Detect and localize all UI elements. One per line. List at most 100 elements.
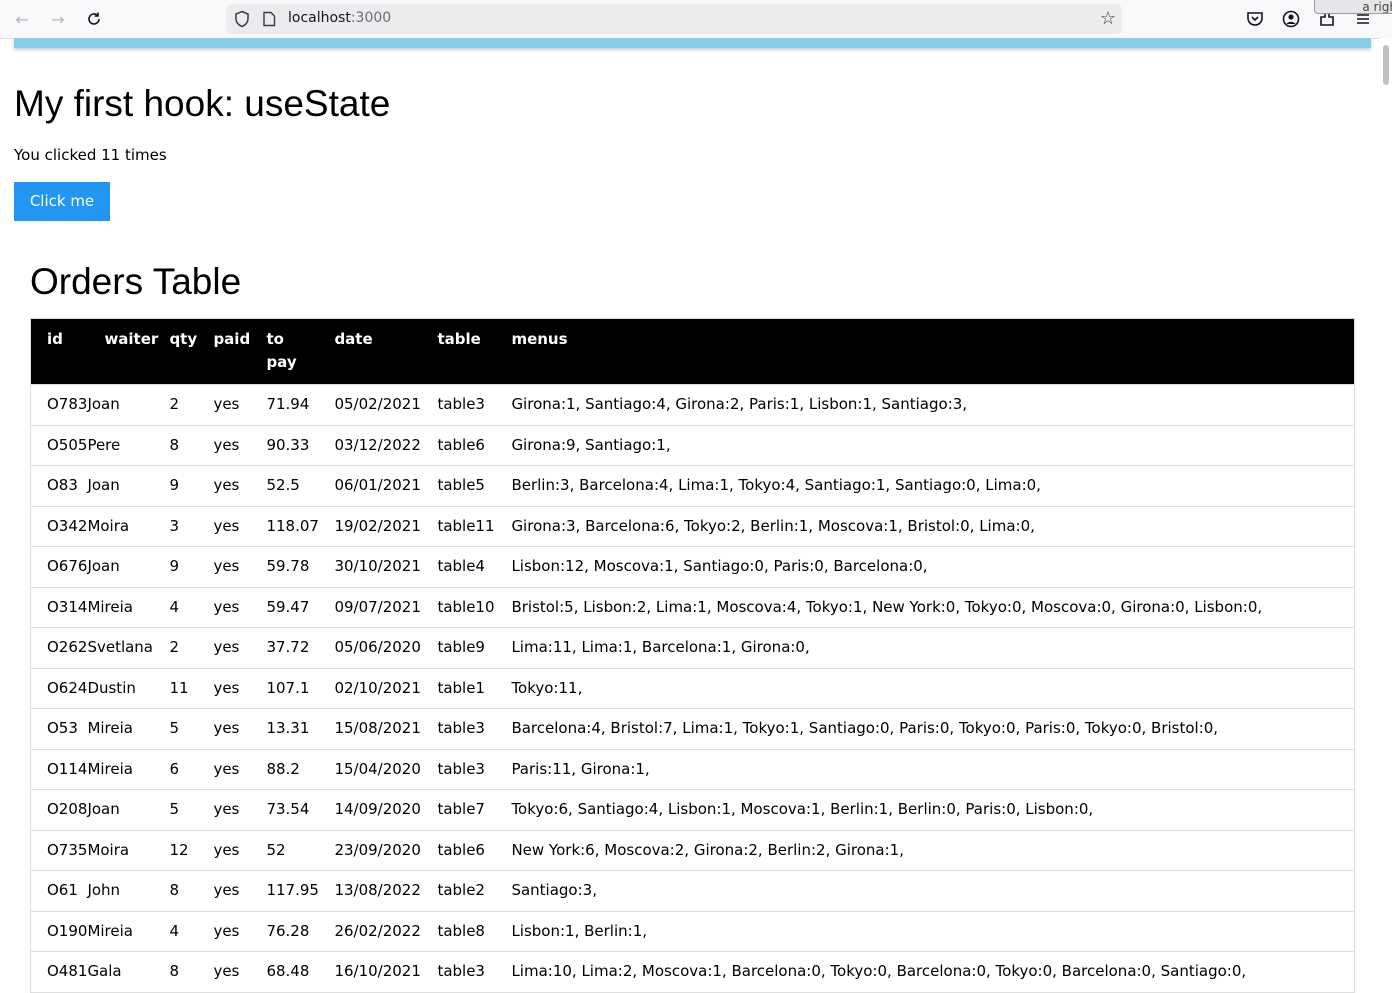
cell-table: table4 xyxy=(437,546,512,587)
reload-icon[interactable] xyxy=(83,8,105,30)
cell-table: table3 xyxy=(437,951,512,992)
cell-waiter: Joan xyxy=(87,789,170,830)
cell-menus: New York:6, Moscova:2, Girona:2, Berlin:… xyxy=(511,829,1355,871)
forward-icon[interactable]: → xyxy=(47,8,69,30)
cell-date: 23/09/2020 xyxy=(334,829,438,871)
cell-waiter: Mireia xyxy=(87,586,170,628)
cell-id: O505 xyxy=(30,424,88,466)
cell-qty: 4 xyxy=(169,586,214,628)
cell-id: O83 xyxy=(30,465,88,506)
cell-qty: 3 xyxy=(169,505,214,547)
cell-paid: yes xyxy=(213,384,267,425)
cell-date: 26/02/2022 xyxy=(334,910,438,952)
header-menus: menus xyxy=(511,330,568,348)
cell-date: 15/08/2021 xyxy=(334,708,438,749)
cell-id: O314 xyxy=(30,586,88,628)
cell-paid: yes xyxy=(213,910,267,952)
cell-to-pay: 13.31 xyxy=(266,708,335,749)
cell-menus: Berlin:3, Barcelona:4, Lima:1, Tokyo:4, … xyxy=(511,465,1355,506)
cell-table: table10 xyxy=(437,586,512,628)
cell-menus: Bristol:5, Lisbon:2, Lima:1, Moscova:4, … xyxy=(511,586,1355,628)
bookmark-star-icon[interactable]: ☆ xyxy=(1100,8,1116,29)
pocket-icon[interactable] xyxy=(1245,9,1265,29)
cell-menus: Lima:11, Lima:1, Barcelona:1, Girona:0, xyxy=(511,627,1355,668)
cell-to-pay: 52 xyxy=(266,829,335,871)
cell-paid: yes xyxy=(213,627,267,668)
table-row: O505 Pere 8 yes 90.33 03/12/2022 table6 Girona:… xyxy=(30,424,1355,466)
cell-to-pay: 118.07 xyxy=(266,505,335,547)
table-row: O83 Joan 9 yes 52.5 06/01/2021 table5 Berlin:3,… xyxy=(30,465,1355,506)
cell-qty: 5 xyxy=(169,789,214,830)
cell-id: O114 xyxy=(30,748,88,790)
cell-id: O624 xyxy=(30,667,88,709)
table-row: O114 Mireia 6 yes 88.2 15/04/2020 table3 Paris:… xyxy=(30,748,1355,790)
cell-menus: Lisbon:1, Berlin:1, xyxy=(511,910,1355,952)
page-icon[interactable] xyxy=(262,11,276,27)
cell-table: table2 xyxy=(437,870,512,911)
cell-qty: 9 xyxy=(169,546,214,587)
cell-qty: 11 xyxy=(169,667,214,709)
back-icon[interactable]: ← xyxy=(11,8,33,30)
table-row: O342 Moira 3 yes 118.07 19/02/2021 table11 Giro… xyxy=(30,505,1355,547)
cell-qty: 6 xyxy=(169,748,214,790)
cell-menus: Santiago:3, xyxy=(511,870,1355,911)
cell-waiter: Gala xyxy=(87,951,170,992)
account-icon[interactable] xyxy=(1281,9,1301,29)
cell-id: O735 xyxy=(30,829,88,871)
header-id: id xyxy=(47,330,63,348)
cell-waiter: John xyxy=(87,870,170,911)
table-row: O208 Joan 5 yes 73.54 14/09/2020 table7 Tokyo:6… xyxy=(30,789,1355,830)
scrollbar-thumb[interactable] xyxy=(1383,45,1389,85)
cell-menus: Girona:3, Barcelona:6, Tokyo:2, Berlin:1… xyxy=(511,505,1355,547)
cell-to-pay: 107.1 xyxy=(266,667,335,709)
cell-qty: 8 xyxy=(169,870,214,911)
cell-menus: Lima:10, Lima:2, Moscova:1, Barcelona:0,… xyxy=(511,951,1355,992)
tooltip: a righ xyxy=(1314,0,1392,14)
cell-waiter: Mireia xyxy=(87,910,170,952)
cell-paid: yes xyxy=(213,829,267,871)
cell-waiter: Svetlana xyxy=(87,627,170,668)
cell-to-pay: 117.95 xyxy=(266,870,335,911)
cell-to-pay: 37.72 xyxy=(266,627,335,668)
cell-table: table11 xyxy=(437,505,512,547)
table-row: O481 Gala 8 yes 68.48 16/10/2021 table3 Lima:10… xyxy=(30,951,1355,992)
cell-waiter: Mireia xyxy=(87,708,170,749)
url-port: :3000 xyxy=(350,10,392,26)
cell-waiter: Dustin xyxy=(87,667,170,709)
scrollbar[interactable] xyxy=(1380,38,1392,953)
cell-paid: yes xyxy=(213,870,267,911)
cell-date: 06/01/2021 xyxy=(334,465,438,506)
cell-id: O190 xyxy=(30,910,88,952)
cell-date: 19/02/2021 xyxy=(334,505,438,547)
cell-waiter: Joan xyxy=(87,546,170,587)
cell-id: O676 xyxy=(30,546,88,587)
cell-paid: yes xyxy=(213,708,267,749)
header-paid: paid xyxy=(213,330,251,348)
cell-id: O53 xyxy=(30,708,88,749)
cell-date: 02/10/2021 xyxy=(334,667,438,709)
cell-qty: 5 xyxy=(169,708,214,749)
cell-menus: Tokyo:6, Santiago:4, Lisbon:1, Moscova:1… xyxy=(511,789,1355,830)
url-bar[interactable]: localhost:3000 ☆ xyxy=(226,4,1122,34)
table-row: O53 Mireia 5 yes 13.31 15/08/2021 table3 Barcel… xyxy=(30,708,1355,749)
url-host: localhost xyxy=(288,10,351,26)
cell-date: 05/02/2021 xyxy=(334,384,438,425)
cell-qty: 2 xyxy=(169,384,214,425)
cell-qty: 8 xyxy=(169,951,214,992)
cell-table: table9 xyxy=(437,627,512,668)
cell-paid: yes xyxy=(213,667,267,709)
orders-table-title: Orders Table xyxy=(30,261,242,302)
header-date: date xyxy=(334,330,373,348)
cell-menus: Girona:9, Santiago:1, xyxy=(511,424,1355,466)
table-row: O61 John 8 yes 117.95 13/08/2022 table2 Santiag… xyxy=(30,870,1355,911)
shield-icon[interactable] xyxy=(234,10,250,28)
cell-menus: Barcelona:4, Bristol:7, Lima:1, Tokyo:1,… xyxy=(511,708,1355,749)
cell-paid: yes xyxy=(213,789,267,830)
click-me-button[interactable]: Click me xyxy=(14,182,110,221)
cell-table: table5 xyxy=(437,465,512,506)
cell-date: 30/10/2021 xyxy=(334,546,438,587)
cell-paid: yes xyxy=(213,505,267,547)
url-text[interactable]: localhost:3000 xyxy=(288,10,391,26)
cell-date: 13/08/2022 xyxy=(334,870,438,911)
header-table: table xyxy=(437,330,481,348)
